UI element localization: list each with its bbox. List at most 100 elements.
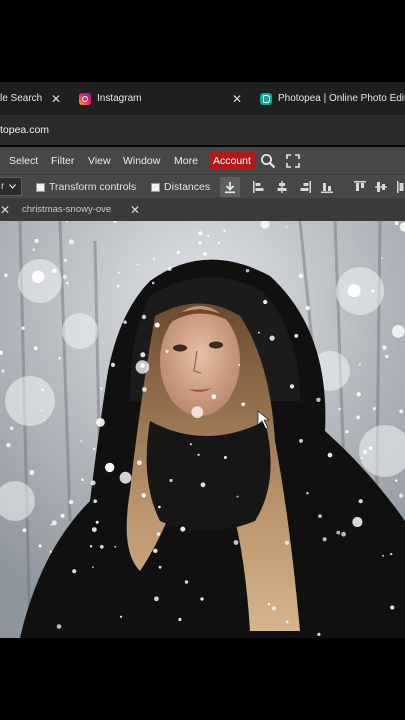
browser-tab-instagram[interactable]: Instagram xyxy=(79,82,141,115)
snowflake xyxy=(165,349,169,353)
snowflake xyxy=(66,281,69,285)
snowflake xyxy=(81,478,84,481)
snowflake xyxy=(38,544,42,548)
snowflake xyxy=(100,387,103,390)
close-tab-icon[interactable]: ✕ xyxy=(49,82,63,115)
snowflake xyxy=(180,526,186,532)
snowflake xyxy=(258,331,260,334)
snowflake xyxy=(317,632,321,636)
snowflake xyxy=(368,446,373,451)
snowflake xyxy=(110,362,116,367)
snowflake xyxy=(68,499,74,505)
transform-controls-label: Transform controls xyxy=(49,181,137,193)
snowflake xyxy=(223,229,227,233)
browser-tab-search[interactable]: le Search xyxy=(0,82,42,115)
snowflake xyxy=(89,545,93,548)
chevron-down-icon xyxy=(9,181,17,192)
document-canvas[interactable] xyxy=(0,221,405,638)
snowflake xyxy=(305,306,310,311)
close-document-icon[interactable]: ✕ xyxy=(0,198,10,221)
snowflake xyxy=(176,250,181,255)
snowflake xyxy=(167,266,172,271)
snowflake xyxy=(52,268,57,274)
menu-select[interactable]: Select xyxy=(9,147,38,174)
snowflake xyxy=(394,221,399,225)
snowflake xyxy=(223,456,227,459)
snowflake xyxy=(200,597,204,601)
snowflake xyxy=(72,569,77,574)
snowflake xyxy=(207,234,210,237)
snowflake xyxy=(1,369,5,373)
snowflake xyxy=(114,545,117,548)
align-left-icon[interactable] xyxy=(252,175,266,199)
download-icon[interactable] xyxy=(220,177,240,197)
align-top-icon[interactable] xyxy=(353,175,367,199)
align-right-icon[interactable] xyxy=(298,175,312,199)
snowflake xyxy=(203,251,208,256)
snowflake xyxy=(141,314,147,320)
snowflake xyxy=(189,443,192,446)
snowflake xyxy=(269,335,275,341)
tool-dropdown[interactable]: r xyxy=(0,177,22,196)
snowflake xyxy=(306,492,309,495)
snowflake xyxy=(361,456,364,460)
search-icon[interactable] xyxy=(260,147,276,174)
url-text[interactable]: topea.com xyxy=(0,115,49,145)
menu-filter[interactable]: Filter xyxy=(51,147,74,174)
address-bar[interactable]: topea.com xyxy=(0,115,405,145)
menu-window[interactable]: Window xyxy=(123,147,160,174)
snowflake xyxy=(390,552,393,556)
snowflake xyxy=(64,259,67,262)
snowflake xyxy=(327,452,333,458)
snowflake xyxy=(399,409,404,414)
snowflake xyxy=(140,352,146,358)
snowflake xyxy=(399,493,404,498)
distribute-icon[interactable] xyxy=(396,175,405,199)
photopea-icon xyxy=(260,92,272,105)
snowflake xyxy=(371,289,375,293)
snowflake xyxy=(358,363,361,366)
snowflake xyxy=(285,620,289,624)
align-bottom-icon[interactable] xyxy=(320,175,334,199)
snowflake xyxy=(198,231,203,236)
transform-controls-checkbox[interactable]: Transform controls xyxy=(36,175,136,199)
document-tab-name[interactable]: christmas-snowy-ove xyxy=(22,198,111,221)
snowflake xyxy=(385,354,389,359)
snowflake xyxy=(241,402,245,407)
distances-checkbox[interactable]: Distances xyxy=(151,175,210,199)
snowflake xyxy=(197,453,200,456)
top-black-bar xyxy=(0,0,405,82)
fullscreen-icon[interactable] xyxy=(286,147,300,174)
snowflake xyxy=(62,274,67,279)
snowflake xyxy=(58,356,61,360)
snowflake xyxy=(217,241,220,244)
snowflake xyxy=(22,528,27,532)
snowflake xyxy=(358,499,363,504)
close-tab-icon[interactable]: ✕ xyxy=(230,82,244,115)
align-middle-icon[interactable] xyxy=(374,175,388,199)
close-document-icon[interactable]: ✕ xyxy=(130,198,140,221)
snowflake xyxy=(381,257,383,260)
snowflake xyxy=(60,513,65,518)
snowflake xyxy=(93,499,97,504)
snowflake xyxy=(99,544,104,549)
snowflake xyxy=(96,418,105,427)
snowflake xyxy=(336,530,341,535)
snowflake xyxy=(158,565,162,569)
snowflake xyxy=(395,479,398,482)
snowflake xyxy=(34,238,39,243)
align-center-icon[interactable] xyxy=(275,175,289,199)
menu-view[interactable]: View xyxy=(88,147,111,174)
snowflake xyxy=(32,248,35,251)
snowflake xyxy=(338,407,341,411)
browser-tab-photopea[interactable]: Photopea | Online Photo Editor xyxy=(260,82,405,115)
app-menu-bar: Select Filter View Window More Account xyxy=(0,147,405,174)
snowflake xyxy=(169,478,173,483)
browser-tab-label: le Search xyxy=(0,93,43,104)
snowflake xyxy=(49,550,52,554)
menu-more[interactable]: More xyxy=(174,147,198,174)
snowflake xyxy=(392,325,405,338)
snowflake xyxy=(123,320,127,324)
snowflake xyxy=(68,239,74,245)
account-button[interactable]: Account xyxy=(209,151,255,170)
